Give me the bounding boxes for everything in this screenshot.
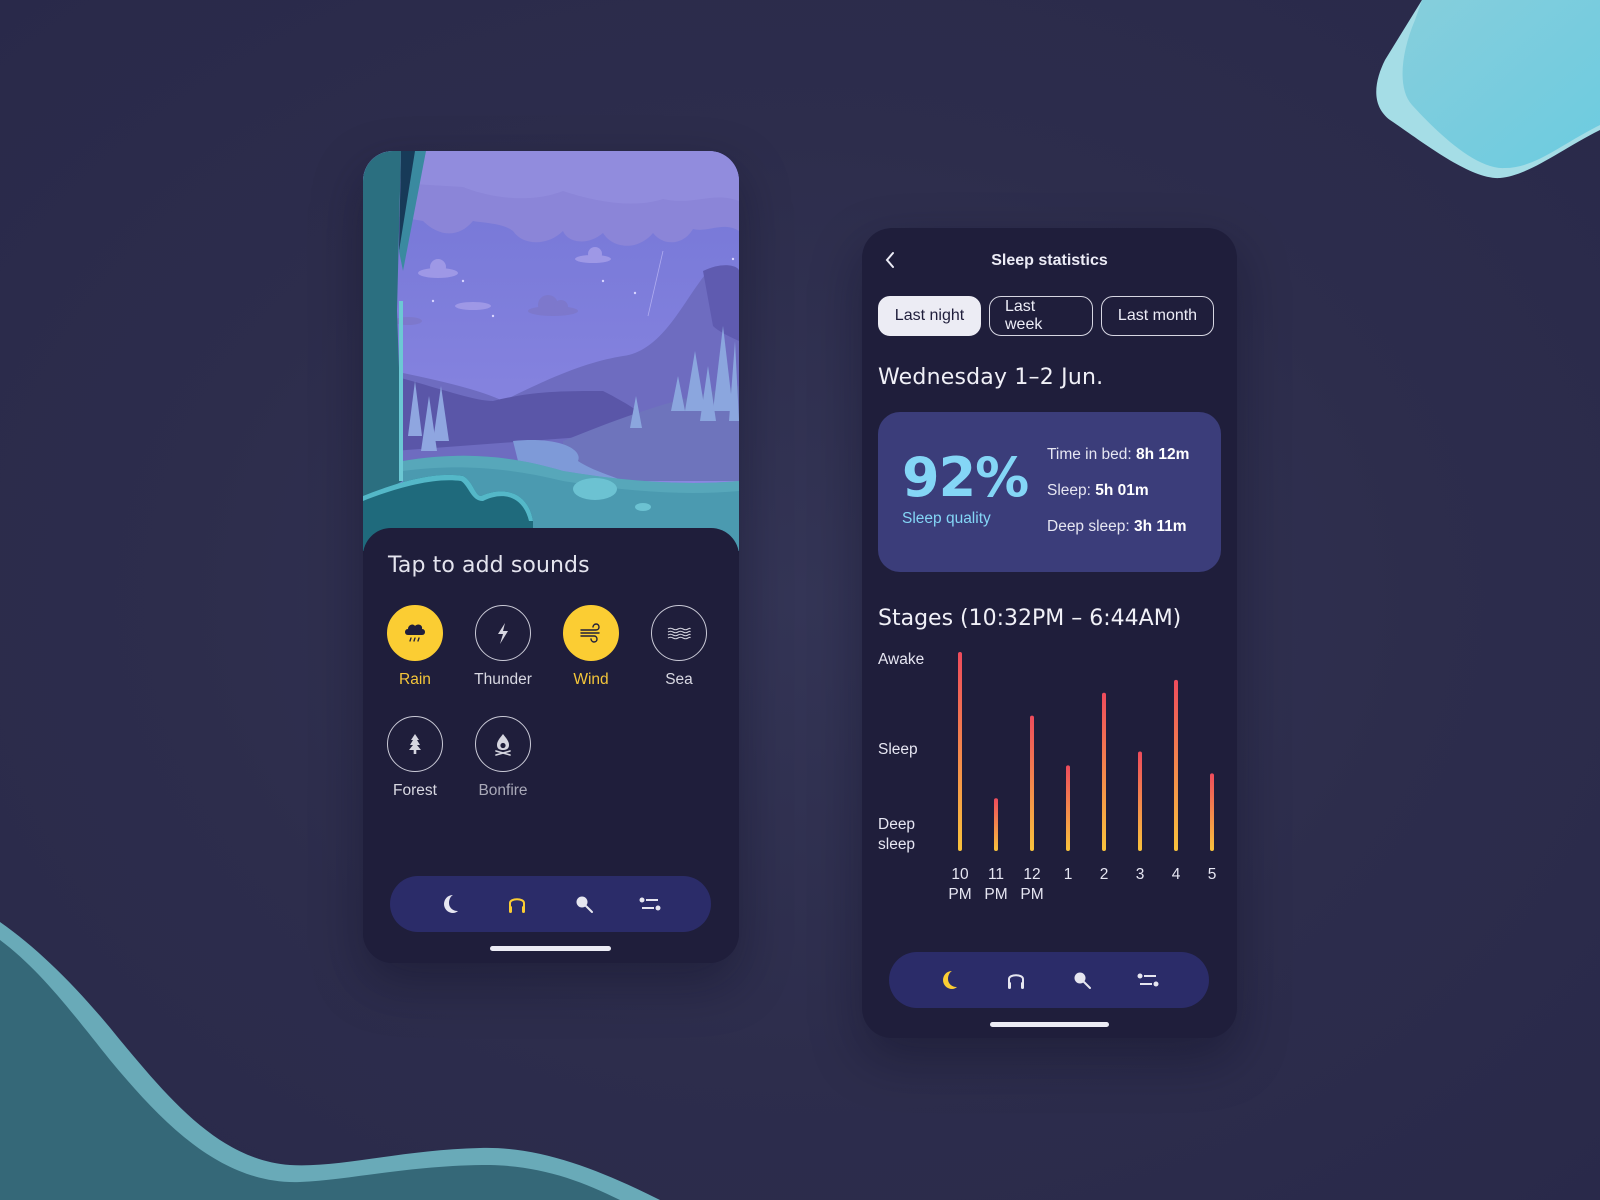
sounds-sheet-title: Tap to add sounds (388, 553, 590, 578)
home-indicator (490, 946, 611, 951)
x-tick-line: 1 (1063, 866, 1073, 883)
x-tick-line: 11 (987, 866, 1005, 883)
sleep-stages-chart: Awake Sleep Deep sleep 10 PM 11 PM 12 PM 1 2 3 4 5 (862, 638, 1237, 908)
stage-bar (1174, 679, 1178, 851)
sound-thunder[interactable]: Thunder (459, 605, 547, 689)
stat-sleep: Sleep: 5h 01m (1047, 482, 1149, 500)
nav-settings[interactable] (630, 884, 670, 924)
night-landscape-illustration (363, 151, 739, 551)
moon-icon (943, 971, 957, 989)
stage-bar (994, 798, 998, 851)
top-right-blob (1376, 0, 1600, 179)
sleep-quality-label: Sleep quality (902, 510, 991, 527)
sound-label: Rain (399, 671, 431, 688)
x-axis-label: 3 (1120, 865, 1160, 885)
stage-bar (1138, 751, 1142, 851)
stat-deep-sleep: Deep sleep: 3h 11m (1047, 518, 1187, 536)
x-tick-line: PM (948, 886, 972, 903)
stats-phone-screen: Sleep statistics Last night Last week La… (862, 228, 1237, 1038)
x-axis-label: 10 PM (940, 865, 980, 905)
x-tick-line: PM (984, 886, 1008, 903)
tab-last-week[interactable]: Last week (989, 296, 1093, 336)
x-axis-label: 4 (1156, 865, 1196, 885)
lightning-icon (498, 623, 508, 644)
y-axis-label: Deep sleep (878, 816, 916, 853)
stage-bar (1210, 773, 1214, 851)
x-axis-label: 5 (1192, 865, 1232, 885)
nav-search[interactable] (1062, 960, 1102, 1000)
x-axis-label: 12 PM (1012, 865, 1052, 905)
x-axis-label: 2 (1084, 865, 1124, 885)
nav-sounds[interactable] (497, 884, 537, 924)
nav-settings[interactable] (1128, 960, 1168, 1000)
x-axis-label: 11 PM (976, 865, 1016, 905)
nav-sleep[interactable] (930, 960, 970, 1000)
page-title: Sleep statistics (991, 252, 1108, 269)
x-tick-line: 3 (1135, 866, 1145, 883)
sound-bonfire[interactable]: Bonfire (459, 716, 547, 800)
stat-time-in-bed: Time in bed: 8h 12m (1047, 446, 1189, 464)
stat-value: 8h 12m (1136, 446, 1190, 463)
rain-cloud-icon (405, 624, 425, 642)
bottom-nav-bar (889, 952, 1209, 1008)
stat-value: 3h 11m (1134, 518, 1187, 535)
tab-last-night[interactable]: Last night (878, 296, 981, 336)
search-icon (1074, 972, 1091, 989)
period-tabs: Last night Last week Last month (878, 296, 1214, 336)
sound-sea[interactable]: Sea (635, 605, 723, 689)
stage-bar (1030, 715, 1034, 851)
stage-bar (1102, 692, 1106, 851)
sound-label: Sea (665, 671, 693, 688)
stages-chart-title: Stages (10:32PM – 6:44AM) (878, 606, 1182, 631)
x-tick-line: 2 (1099, 866, 1109, 883)
stat-label: Sleep: (1047, 482, 1096, 499)
sliders-icon (1137, 973, 1159, 987)
x-tick-line: 4 (1171, 866, 1181, 883)
x-tick-line: 10 (951, 866, 969, 883)
stat-value: 5h 01m (1095, 482, 1149, 499)
moon-icon (444, 895, 459, 913)
tree-icon (409, 734, 421, 754)
sound-label: Thunder (474, 671, 532, 688)
sleep-quality-value: 92% (902, 446, 1029, 509)
tab-last-month[interactable]: Last month (1101, 296, 1214, 336)
stage-bar (958, 652, 962, 851)
stat-label: Time in bed: (1047, 446, 1137, 463)
search-icon (576, 896, 593, 913)
sliders-icon (639, 897, 661, 911)
sound-label: Wind (573, 671, 609, 688)
stage-bar (1066, 765, 1070, 851)
waves-icon (667, 627, 691, 640)
bottom-nav-bar (390, 876, 711, 932)
sound-label: Bonfire (478, 782, 528, 799)
home-indicator (990, 1022, 1109, 1027)
sounds-phone-screen: Tap to add sounds Rain Thunder Wind Sea … (363, 151, 739, 963)
sleep-summary-card: 92% Sleep quality Time in bed: 8h 12m Sl… (878, 412, 1221, 572)
x-tick-line: 5 (1207, 866, 1217, 883)
headphones-icon (509, 898, 526, 913)
wind-icon (580, 623, 600, 643)
headphones-icon (1008, 974, 1024, 989)
sound-label: Forest (393, 782, 437, 799)
x-tick-line: PM (1020, 886, 1044, 903)
nav-search[interactable] (564, 884, 604, 924)
nav-sounds[interactable] (996, 960, 1036, 1000)
sound-forest[interactable]: Forest (371, 716, 459, 800)
nav-sleep[interactable] (431, 884, 471, 924)
stat-label: Deep sleep: (1047, 518, 1135, 535)
date-heading: Wednesday 1–2 Jun. (878, 365, 1104, 390)
x-tick-line: 12 (1023, 866, 1041, 883)
sound-rain[interactable]: Rain (371, 605, 459, 689)
sound-wind[interactable]: Wind (547, 605, 635, 689)
x-axis-label: 1 (1048, 865, 1088, 885)
y-axis-label: Sleep (878, 740, 918, 758)
y-axis-label: Awake (878, 651, 925, 668)
bonfire-icon (495, 734, 511, 756)
